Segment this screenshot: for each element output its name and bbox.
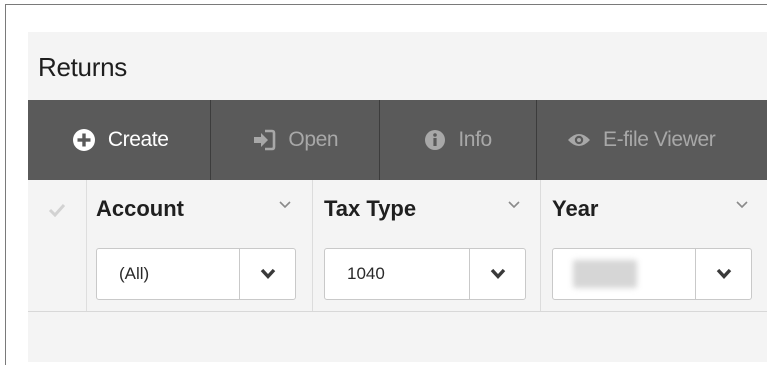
sign-in-icon [252,129,276,151]
tax-type-filter-select[interactable]: 1040 [324,248,526,300]
account-filter-value: (All) [119,264,150,283]
account-filter-dropdown-button[interactable] [239,249,295,299]
chevron-down-icon[interactable] [507,200,521,210]
year-filter-dropdown-button[interactable] [695,249,751,299]
redacted-value [573,260,637,288]
grid-header: Account (All) Tax Type 1040 Year [28,180,767,312]
check-icon [48,203,66,217]
create-label: Create [107,128,169,151]
column-year: Year [542,180,767,311]
chevron-down-icon [490,268,505,280]
info-button[interactable]: Info [380,100,538,180]
account-filter-select[interactable]: (All) [96,248,296,300]
chevron-down-icon[interactable] [735,200,749,210]
column-tax-type: Tax Type 1040 [314,180,541,311]
column-title-year: Year [552,196,599,221]
open-label: Open [288,128,339,151]
chevron-down-icon [260,268,275,280]
column-title-tax-type: Tax Type [324,196,417,221]
select-all-column[interactable] [28,180,87,311]
column-account: Account (All) [86,180,313,311]
info-circle-icon [424,129,446,151]
tax-type-filter-dropdown-button[interactable] [469,249,525,299]
efile-viewer-button[interactable]: E-file Viewer [537,100,767,180]
chevron-down-icon[interactable] [278,200,292,210]
page-title: Returns [38,52,127,82]
eye-icon [567,131,591,149]
chevron-down-icon [716,268,731,280]
plus-circle-icon [72,128,96,152]
year-filter-select[interactable] [552,248,752,300]
grid-body [28,312,767,352]
efile-viewer-label: E-file Viewer [603,128,716,151]
tax-type-filter-value: 1040 [347,264,385,283]
column-title-account: Account [96,196,184,221]
info-label: Info [458,128,492,151]
toolbar: Create Open Info E-file Viewer [28,100,767,180]
create-button[interactable]: Create [28,100,212,180]
open-button[interactable]: Open [211,100,381,180]
year-filter-value [553,249,695,299]
